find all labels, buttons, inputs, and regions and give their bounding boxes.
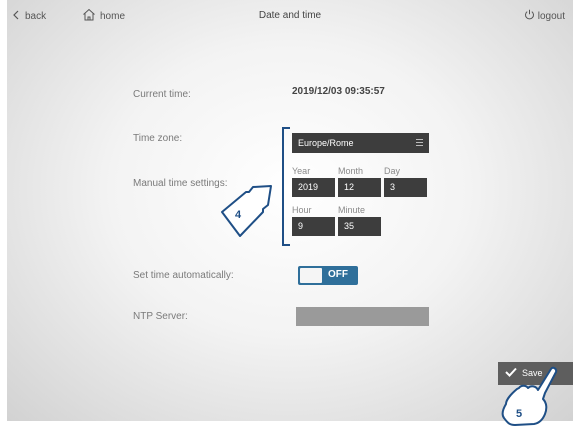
- pointing-hand-icon: [501, 366, 558, 426]
- settings-bracket: [282, 127, 290, 246]
- callout-4-arrow: [221, 185, 272, 237]
- step-4-number: 4: [235, 209, 242, 221]
- tutorial-overlay: [221, 127, 558, 426]
- step-5-number: 5: [516, 408, 523, 420]
